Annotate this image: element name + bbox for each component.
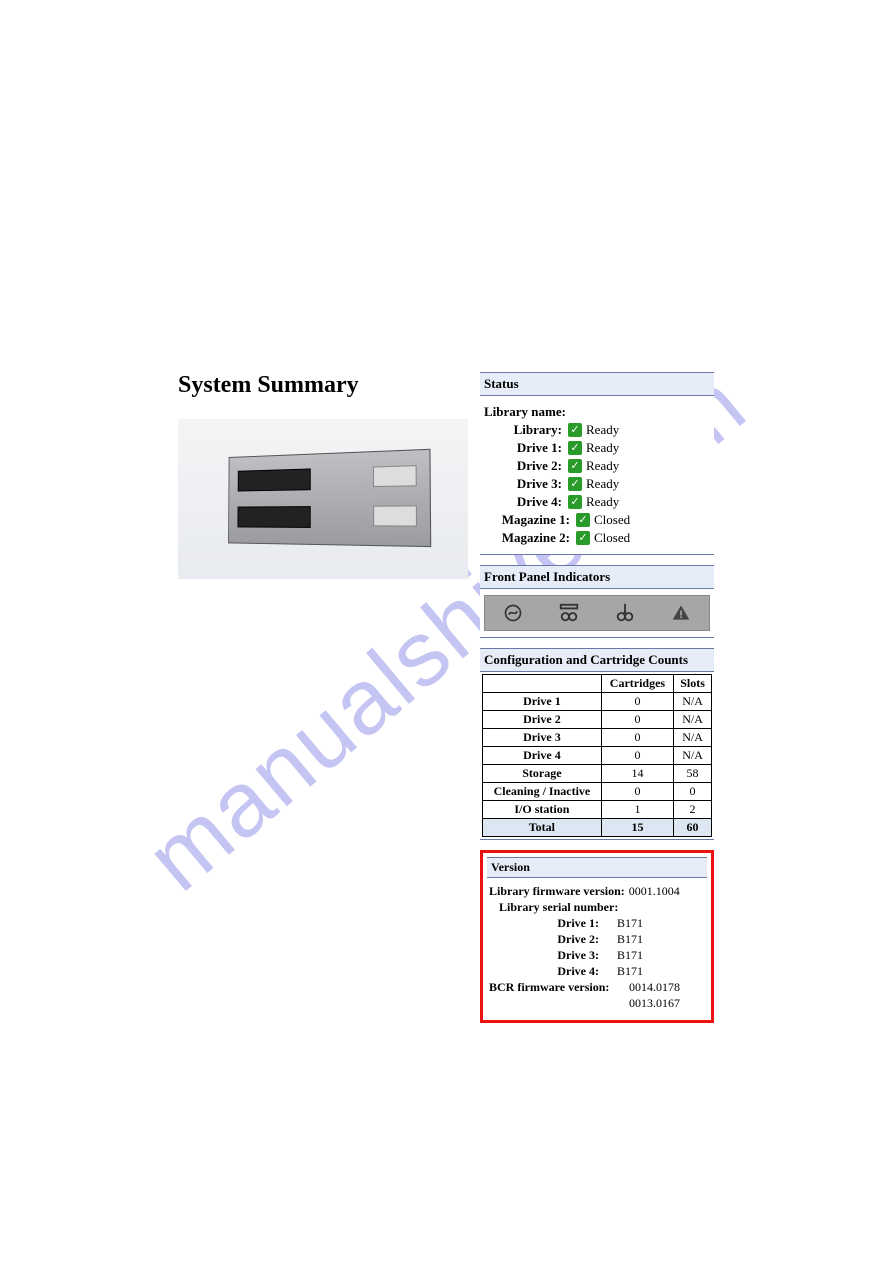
lib-serial-label: Library serial number:	[499, 900, 618, 915]
status-key: Drive 3:	[484, 476, 568, 492]
bcr-fw-label: BCR firmware version:	[489, 980, 629, 995]
status-header: Status	[480, 373, 714, 396]
status-value: Closed	[594, 512, 630, 528]
table-row-total: Total1560	[483, 819, 712, 837]
table-row: Drive 20N/A	[483, 711, 712, 729]
table-row: Cleaning / Inactive00	[483, 783, 712, 801]
check-icon: ✓	[568, 441, 582, 455]
tape-icon	[558, 602, 580, 624]
lib-serial-row: Library serial number:	[489, 900, 705, 915]
status-key: Drive 1:	[484, 440, 568, 456]
bcr-fw-value-2: 0013.0167	[629, 996, 680, 1011]
config-panel: Configuration and Cartridge Counts Cartr…	[480, 648, 714, 840]
status-value: Ready	[586, 440, 619, 456]
front-panel-indicators-panel: Front Panel Indicators	[480, 565, 714, 638]
check-icon: ✓	[576, 531, 590, 545]
activity-icon	[614, 602, 636, 624]
lib-fw-value: 0001.1004	[629, 884, 680, 899]
bcr-fw-row-2: 0013.0167	[489, 996, 705, 1011]
status-key: Library:	[484, 422, 568, 438]
lib-fw-row: Library firmware version: 0001.1004	[489, 884, 705, 899]
version-drive-row: Drive 1:B171	[529, 916, 705, 931]
check-icon: ✓	[568, 477, 582, 491]
power-icon	[502, 602, 524, 624]
status-row: Magazine 1: ✓ Closed	[484, 512, 710, 528]
table-row: Drive 10N/A	[483, 693, 712, 711]
table-row: Storage1458	[483, 765, 712, 783]
table-row: Drive 40N/A	[483, 747, 712, 765]
table-row: Drive 30N/A	[483, 729, 712, 747]
status-key: Magazine 2:	[484, 530, 576, 546]
page-title: System Summary	[178, 372, 468, 399]
status-panel: Status Library name: Library: ✓ Ready Dr…	[480, 372, 714, 555]
status-value: Ready	[586, 422, 619, 438]
version-drive-row: Drive 2:B171	[529, 932, 705, 947]
status-row: Drive 3: ✓ Ready	[484, 476, 710, 492]
status-row: Drive 4: ✓ Ready	[484, 494, 710, 510]
status-value: Ready	[586, 476, 619, 492]
indicator-row	[484, 595, 710, 631]
lib-fw-label: Library firmware version:	[489, 884, 629, 899]
version-header: Version	[487, 857, 707, 878]
system-summary-page: System Summary Status Library name: Libr…	[178, 372, 714, 1023]
status-row: Drive 2: ✓ Ready	[484, 458, 710, 474]
status-key: Drive 4:	[484, 494, 568, 510]
bcr-fw-value: 0014.0178	[629, 980, 680, 995]
config-col-cartridges: Cartridges	[601, 675, 673, 693]
version-drive-row: Drive 4:B171	[529, 964, 705, 979]
status-key: Magazine 1:	[484, 512, 576, 528]
config-col-blank	[483, 675, 602, 693]
version-drive-row: Drive 3:B171	[529, 948, 705, 963]
status-row: Drive 1: ✓ Ready	[484, 440, 710, 456]
status-row: Magazine 2: ✓ Closed	[484, 530, 710, 546]
device-image	[178, 419, 468, 579]
library-name-label: Library name:	[484, 404, 566, 420]
warning-icon	[670, 602, 692, 624]
check-icon: ✓	[568, 459, 582, 473]
config-table: Cartridges Slots Drive 10N/A Drive 20N/A…	[482, 674, 712, 837]
bcr-fw-row: BCR firmware version: 0014.0178	[489, 980, 705, 995]
config-header: Configuration and Cartridge Counts	[480, 649, 714, 672]
check-icon: ✓	[576, 513, 590, 527]
front-panel-header: Front Panel Indicators	[480, 566, 714, 589]
config-col-slots: Slots	[674, 675, 712, 693]
status-key: Drive 2:	[484, 458, 568, 474]
check-icon: ✓	[568, 423, 582, 437]
check-icon: ✓	[568, 495, 582, 509]
status-value: Closed	[594, 530, 630, 546]
status-value: Ready	[586, 494, 619, 510]
status-value: Ready	[586, 458, 619, 474]
status-row: Library: ✓ Ready	[484, 422, 710, 438]
version-panel: Version Library firmware version: 0001.1…	[480, 850, 714, 1023]
table-row: I/O station12	[483, 801, 712, 819]
